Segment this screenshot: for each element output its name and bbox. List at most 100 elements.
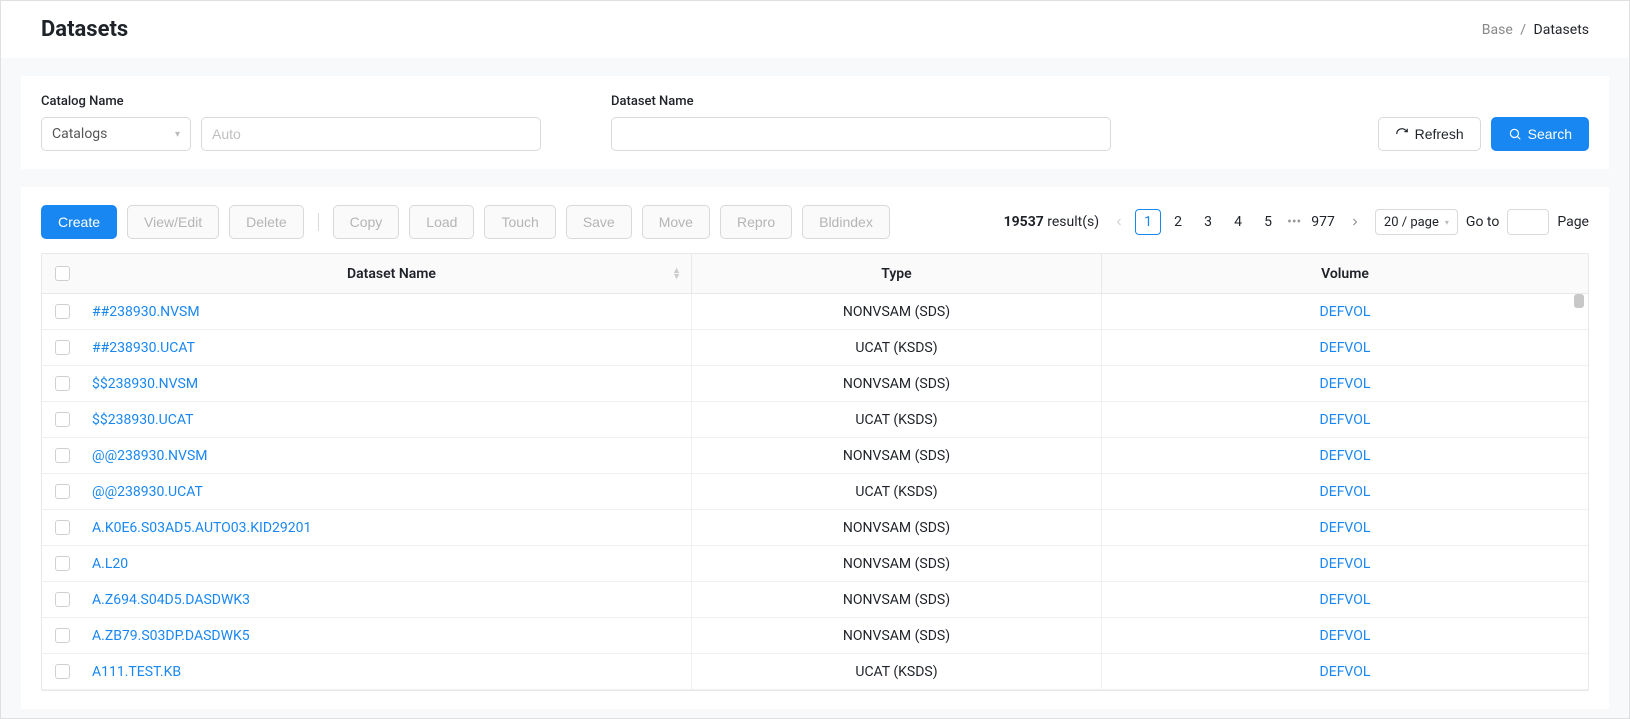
results-count-suffix: result(s)	[1044, 214, 1099, 230]
prev-page-button[interactable]	[1107, 210, 1131, 234]
volume-link[interactable]: DEFVOL	[1320, 304, 1371, 320]
dataset-name-link[interactable]: ##238930.UCAT	[92, 340, 195, 356]
copy-button[interactable]: Copy	[333, 205, 400, 239]
save-button[interactable]: Save	[566, 205, 632, 239]
volume-link[interactable]: DEFVOL	[1320, 664, 1371, 680]
dataset-type: UCAT (KSDS)	[855, 412, 937, 428]
bldindex-button[interactable]: Bldindex	[802, 205, 890, 239]
volume-link[interactable]: DEFVOL	[1320, 376, 1371, 392]
row-checkbox[interactable]	[55, 448, 70, 463]
volume-link[interactable]: DEFVOL	[1320, 628, 1371, 644]
search-button-label: Search	[1528, 126, 1572, 142]
dataset-name-link[interactable]: ##238930.NVSM	[92, 304, 200, 320]
dataset-name-link[interactable]: A.ZB79.S03DP.DASDWK5	[92, 628, 250, 644]
volume-link[interactable]: DEFVOL	[1320, 448, 1371, 464]
column-header-name[interactable]: Dataset Name ▲▼	[82, 254, 692, 293]
breadcrumb-separator: /	[1520, 22, 1526, 38]
breadcrumb: Base / Datasets	[1482, 22, 1589, 38]
breadcrumb-current: Datasets	[1534, 22, 1589, 38]
volume-link[interactable]: DEFVOL	[1320, 340, 1371, 356]
sort-caret-icon[interactable]: ▲▼	[672, 268, 681, 280]
row-checkbox[interactable]	[55, 304, 70, 319]
refresh-button-label: Refresh	[1415, 126, 1464, 142]
results-count: 19537 result(s)	[1004, 214, 1100, 230]
pagination-page-1[interactable]: 1	[1135, 209, 1161, 235]
catalog-select-value: Catalogs	[52, 126, 107, 142]
row-checkbox[interactable]	[55, 592, 70, 607]
pagination-page-4[interactable]: 4	[1225, 209, 1251, 235]
page-title: Datasets	[41, 17, 128, 42]
results-count-number: 19537	[1004, 214, 1044, 230]
touch-button[interactable]: Touch	[484, 205, 555, 239]
volume-link[interactable]: DEFVOL	[1320, 520, 1371, 536]
goto-suffix: Page	[1557, 214, 1589, 230]
row-checkbox[interactable]	[55, 412, 70, 427]
chevron-down-icon: ▾	[175, 129, 180, 140]
refresh-button[interactable]: Refresh	[1378, 117, 1481, 151]
dataset-type: NONVSAM (SDS)	[843, 556, 950, 572]
table-row: ##238930.UCAT UCAT (KSDS) DEFVOL	[42, 330, 1588, 366]
pagination-page-5[interactable]: 5	[1255, 209, 1281, 235]
table-row: @@238930.NVSMNONVSAM (SDS)DEFVOL	[42, 438, 1588, 474]
row-checkbox[interactable]	[55, 376, 70, 391]
toolbar-divider	[318, 213, 319, 231]
row-checkbox[interactable]	[55, 556, 70, 571]
row-checkbox[interactable]	[55, 628, 70, 643]
delete-button[interactable]: Delete	[229, 205, 303, 239]
row-checkbox[interactable]	[55, 340, 70, 355]
table-row: A.ZB79.S03DP.DASDWK5 NONVSAM (SDS) DEFVOL	[42, 618, 1588, 654]
dataset-name-link[interactable]: A.Z694.S04D5.DASDWK3	[92, 592, 250, 608]
load-button[interactable]: Load	[409, 205, 474, 239]
viewedit-button[interactable]: View/Edit	[127, 205, 219, 239]
dataset-type: NONVSAM (SDS)	[843, 304, 950, 320]
page-size-label: 20 / page	[1384, 215, 1439, 230]
row-checkbox[interactable]	[55, 664, 70, 679]
pagination-last-page[interactable]: 977	[1307, 209, 1339, 235]
dataset-type: UCAT (KSDS)	[855, 664, 937, 680]
pagination-page-3[interactable]: 3	[1195, 209, 1221, 235]
search-button[interactable]: Search	[1491, 117, 1589, 151]
dataset-name-link[interactable]: A.K0E6.S03AD5.AUTO03.KID29201	[92, 520, 311, 536]
next-page-button[interactable]	[1343, 210, 1367, 234]
dataset-name-link[interactable]: @@238930.NVSM	[92, 448, 207, 464]
dataset-name-link[interactable]: A.L20	[92, 556, 128, 572]
catalog-auto-input[interactable]	[201, 117, 541, 151]
dataset-type: NONVSAM (SDS)	[843, 628, 950, 644]
table-row: A.Z694.S04D5.DASDWK3NONVSAM (SDS)DEFVOL	[42, 582, 1588, 618]
page-size-select[interactable]: 20 / page ▾	[1375, 209, 1458, 235]
goto-page-input[interactable]	[1507, 209, 1549, 235]
table-row: A.K0E6.S03AD5.AUTO03.KID29201NONVSAM (SD…	[42, 510, 1588, 546]
column-header-name-label: Dataset Name	[347, 266, 436, 282]
catalog-select[interactable]: Catalogs ▾	[41, 117, 191, 151]
pagination-ellipsis: •••	[1285, 214, 1303, 230]
repro-button[interactable]: Repro	[720, 205, 792, 239]
select-all-checkbox[interactable]	[55, 266, 70, 281]
volume-link[interactable]: DEFVOL	[1320, 556, 1371, 572]
dataset-name-link[interactable]: A111.TEST.KB	[92, 664, 181, 680]
catalog-name-label: Catalog Name	[41, 94, 191, 109]
datasets-table: Dataset Name ▲▼ Type Volume ##238930.NVS…	[41, 253, 1589, 691]
pagination-page-2[interactable]: 2	[1165, 209, 1191, 235]
goto-label: Go to	[1466, 214, 1499, 230]
dataset-name-input[interactable]	[611, 117, 1111, 151]
volume-link[interactable]: DEFVOL	[1320, 484, 1371, 500]
table-row: $$238930.UCAT UCAT (KSDS) DEFVOL	[42, 402, 1588, 438]
dataset-name-link[interactable]: @@238930.UCAT	[92, 484, 203, 500]
create-button[interactable]: Create	[41, 205, 117, 239]
breadcrumb-base[interactable]: Base	[1482, 22, 1513, 38]
search-icon	[1508, 127, 1522, 141]
dataset-type: NONVSAM (SDS)	[843, 376, 950, 392]
dataset-type: UCAT (KSDS)	[855, 340, 937, 356]
row-checkbox[interactable]	[55, 484, 70, 499]
table-scrollbar[interactable]	[1572, 294, 1586, 654]
volume-link[interactable]: DEFVOL	[1320, 412, 1371, 428]
dataset-name-link[interactable]: $$238930.UCAT	[92, 412, 193, 428]
column-header-type: Type	[692, 254, 1102, 293]
dataset-name-link[interactable]: $$238930.NVSM	[92, 376, 198, 392]
dataset-type: UCAT (KSDS)	[855, 484, 937, 500]
scrollbar-thumb[interactable]	[1574, 294, 1584, 308]
dataset-name-label: Dataset Name	[611, 94, 1111, 109]
row-checkbox[interactable]	[55, 520, 70, 535]
volume-link[interactable]: DEFVOL	[1320, 592, 1371, 608]
move-button[interactable]: Move	[642, 205, 710, 239]
